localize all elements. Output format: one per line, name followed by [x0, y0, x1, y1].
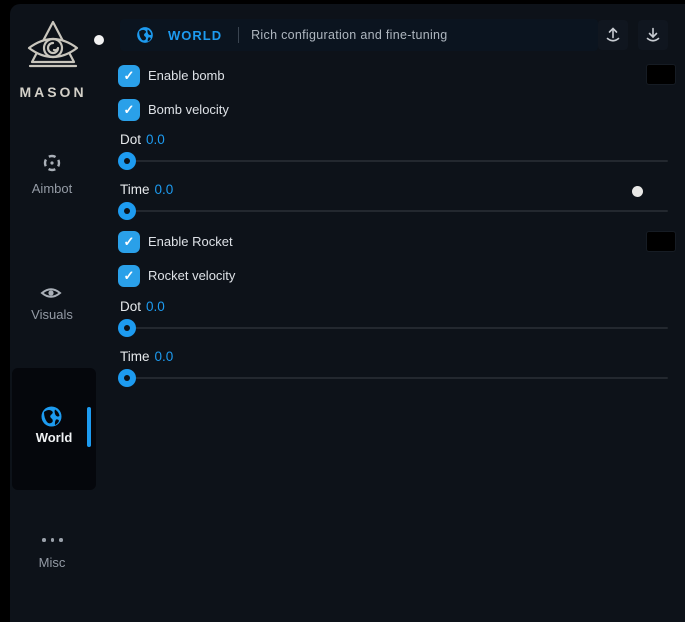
slider-name: Dot	[120, 132, 141, 147]
crosshair-icon	[42, 153, 62, 173]
globe-icon	[40, 405, 63, 428]
slider-value: 0.0	[146, 299, 165, 314]
slider-knob[interactable]	[118, 369, 136, 387]
rocket-time-slider[interactable]	[120, 377, 668, 379]
globe-icon	[136, 26, 154, 44]
app-window: MASON Aimbot Visuals	[10, 4, 685, 622]
slider-name: Time	[120, 182, 150, 197]
slider-knob[interactable]	[118, 202, 136, 220]
checkbox-label: Rocket velocity	[148, 265, 235, 287]
enable-rocket-checkbox[interactable]: ✓	[118, 231, 140, 253]
cursor-dot	[632, 186, 643, 197]
rocket-dot-slider[interactable]	[120, 327, 668, 329]
slider-knob[interactable]	[118, 152, 136, 170]
bomb-color-swatch[interactable]	[646, 64, 676, 85]
slider-name: Time	[120, 349, 150, 364]
rocket-velocity-checkbox[interactable]: ✓	[118, 265, 140, 287]
checkbox-label: Enable Rocket	[148, 231, 233, 253]
slider-knob[interactable]	[118, 319, 136, 337]
sidebar-item-world[interactable]	[12, 368, 96, 490]
active-indicator-bar	[87, 407, 91, 447]
slider-label: Time 0.0	[120, 182, 173, 197]
sidebar-item-label: Misc	[10, 555, 94, 570]
slider-name: Dot	[120, 299, 141, 314]
page-subtitle: Rich configuration and fine-tuning	[251, 28, 447, 42]
sidebar-item-label: Aimbot	[10, 181, 94, 196]
upload-config-button[interactable]	[598, 20, 628, 50]
download-config-button[interactable]	[638, 20, 668, 50]
upload-icon	[604, 26, 622, 44]
bomb-dot-slider[interactable]	[120, 160, 668, 162]
slider-value: 0.0	[146, 132, 165, 147]
cursor-dot	[94, 35, 104, 45]
enable-bomb-checkbox[interactable]: ✓	[118, 65, 140, 87]
slider-label: Time 0.0	[120, 349, 173, 364]
download-icon	[644, 26, 662, 44]
sidebar-item-label: World	[12, 430, 96, 445]
bomb-velocity-checkbox[interactable]: ✓	[118, 99, 140, 121]
checkbox-label: Bomb velocity	[148, 99, 229, 121]
rocket-color-swatch[interactable]	[646, 231, 676, 252]
eye-icon	[40, 284, 62, 302]
slider-value: 0.0	[155, 349, 174, 364]
masonic-eye-icon	[24, 18, 82, 78]
bomb-time-slider[interactable]	[120, 210, 668, 212]
logo-text: MASON	[10, 84, 96, 100]
ellipsis-icon	[42, 538, 63, 542]
slider-label: Dot 0.0	[120, 132, 165, 147]
slider-value: 0.0	[155, 182, 174, 197]
page-header: WORLD Rich configuration and fine-tuning	[120, 19, 598, 51]
sidebar-item-label: Visuals	[10, 307, 94, 322]
divider	[238, 27, 239, 43]
slider-label: Dot 0.0	[120, 299, 165, 314]
checkbox-label: Enable bomb	[148, 65, 225, 87]
page-title: WORLD	[168, 28, 222, 43]
